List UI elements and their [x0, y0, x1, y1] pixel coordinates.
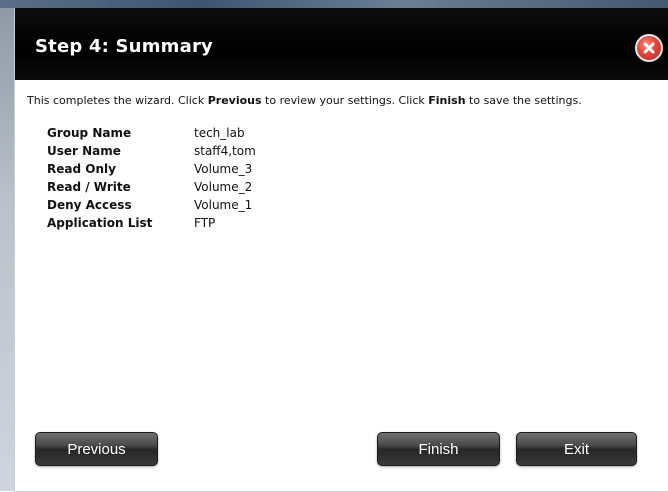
summary-value: Volume_2 — [194, 180, 253, 194]
intro-finish-word: Finish — [428, 94, 466, 107]
summary-value: Volume_3 — [194, 162, 253, 176]
summary-label: Read Only — [47, 162, 116, 176]
summary-label: Group Name — [47, 126, 132, 140]
summary-label: User Name — [47, 144, 121, 158]
intro-part-3: to save the settings. — [465, 94, 582, 107]
dialog-title: Step 4: Summary — [35, 36, 213, 57]
dialog-titlebar: Step 4: Summary — [15, 8, 668, 80]
intro-previous-word: Previous — [207, 94, 262, 107]
close-icon — [643, 42, 655, 54]
page-backdrop: Step 4: Summary This completes the wizar… — [0, 0, 668, 492]
summary-row-deny-access: Deny Access Volume_1 — [47, 196, 256, 214]
finish-button[interactable]: Finish — [377, 432, 500, 466]
summary-row-group-name: Group Name tech_lab — [47, 124, 256, 142]
intro-part-2: to review your settings. Click — [261, 94, 429, 107]
previous-button[interactable]: Previous — [35, 432, 158, 466]
summary-label: Read / Write — [47, 180, 131, 194]
summary-row-read-only: Read Only Volume_3 — [47, 160, 256, 178]
dialog-content: This completes the wizard. Click Previou… — [15, 80, 668, 491]
wizard-dialog: Step 4: Summary This completes the wizar… — [14, 8, 668, 492]
summary-value: Volume_1 — [194, 198, 253, 212]
exit-button[interactable]: Exit — [516, 432, 637, 466]
intro-text: This completes the wizard. Click Previou… — [27, 94, 582, 107]
summary-row-read-write: Read / Write Volume_2 — [47, 178, 256, 196]
intro-part-1: This completes the wizard. Click — [27, 94, 208, 107]
summary-table: Group Name tech_lab User Name staff4,tom… — [47, 124, 256, 232]
background-left-edge — [0, 8, 14, 491]
summary-label: Deny Access — [47, 198, 132, 212]
summary-value: FTP — [194, 216, 216, 230]
summary-label: Application List — [47, 216, 153, 230]
summary-row-application-list: Application List FTP — [47, 214, 256, 232]
close-button[interactable] — [635, 34, 663, 62]
summary-row-user-name: User Name staff4,tom — [47, 142, 256, 160]
summary-value: tech_lab — [194, 126, 245, 140]
summary-value: staff4,tom — [194, 144, 256, 158]
background-strip — [0, 0, 668, 8]
